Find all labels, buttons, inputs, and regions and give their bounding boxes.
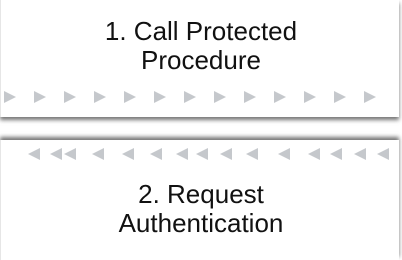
left-arrow-icon [92, 148, 104, 160]
right-arrow-icon [34, 91, 46, 103]
right-arrow-icon [244, 91, 256, 103]
left-arrow-icon [176, 148, 188, 160]
right-arrow-row [4, 91, 376, 103]
left-arrow-icon [220, 148, 232, 160]
right-arrow-icon [214, 91, 226, 103]
right-arrow-icon [94, 91, 106, 103]
step-2-label: 2. Request Authentication [0, 180, 402, 238]
left-arrow-icon [308, 148, 320, 160]
left-arrow-icon [28, 148, 40, 160]
step-1-line-1: 1. Call Protected [104, 16, 298, 46]
left-arrow-icon [278, 148, 290, 160]
left-arrow-icon [50, 148, 62, 160]
left-arrow-icon [354, 148, 366, 160]
left-arrow-icon [122, 148, 134, 160]
right-arrow-icon [364, 91, 376, 103]
right-arrow-icon [274, 91, 286, 103]
right-arrow-icon [304, 91, 316, 103]
left-arrow-icon [246, 148, 258, 160]
right-arrow-icon [64, 91, 76, 103]
left-arrow-row [28, 148, 389, 160]
step-1-line-2: Procedure [141, 45, 261, 75]
right-arrow-icon [4, 91, 16, 103]
step-2-line-2: Authentication [118, 208, 284, 238]
right-arrow-icon [124, 91, 136, 103]
left-arrow-icon [330, 148, 342, 160]
left-arrow-icon [377, 148, 389, 160]
right-arrow-icon [154, 91, 166, 103]
left-arrow-icon [64, 148, 76, 160]
right-arrow-icon [184, 91, 196, 103]
step-2-line-1: 2. Request [138, 179, 264, 209]
left-arrow-icon [196, 148, 208, 160]
left-arrow-icon [150, 148, 162, 160]
right-arrow-icon [334, 91, 346, 103]
step-1-label: 1. Call Protected Procedure [0, 17, 402, 75]
